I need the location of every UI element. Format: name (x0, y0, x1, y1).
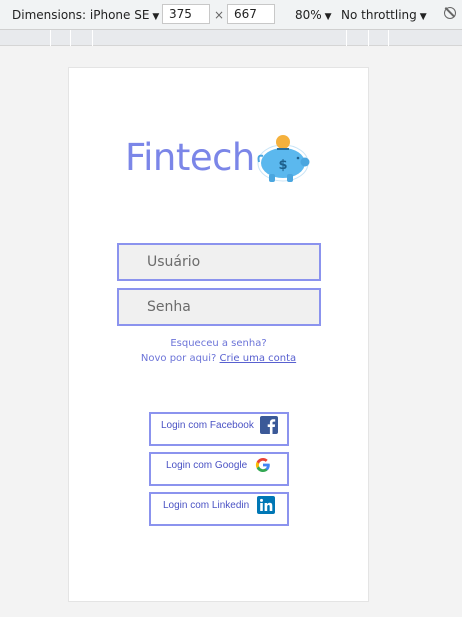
caret-down-icon: ▼ (324, 12, 332, 22)
brand-title: Fintech (125, 136, 255, 179)
throttling-dropdown[interactable]: No throttling ▼ (341, 8, 427, 22)
caret-down-icon: ▼ (152, 12, 160, 22)
linkedin-login-label: Login com Linkedin (163, 500, 250, 511)
facebook-login-label: Login com Facebook (161, 420, 254, 431)
linkedin-login-button[interactable]: Login com Linkedin (149, 492, 289, 526)
svg-text:$: $ (278, 158, 287, 173)
piggy-bank-icon: $ (257, 135, 310, 182)
create-account-link[interactable]: Crie uma conta (220, 353, 297, 364)
brand-header: Fintech $ (125, 132, 315, 188)
facebook-icon (260, 416, 278, 434)
google-login-button[interactable]: Login com Google (149, 452, 289, 486)
device-dimensions-label: Dimensions: iPhone SE (12, 8, 150, 22)
zoom-label: 80% (295, 8, 322, 22)
forgot-password-link[interactable]: Esqueceu a senha? (170, 338, 266, 349)
rotate-icon[interactable] (444, 7, 456, 19)
device-viewport: Fintech $ Esqueceu a senha? Novo por aqu… (68, 67, 369, 602)
media-query-ruler (0, 30, 462, 46)
password-input[interactable] (117, 288, 321, 326)
devtools-device-toolbar: Dimensions: iPhone SE ▼ 375 × 667 80% ▼ No… (0, 0, 462, 30)
device-height-input[interactable]: 667 (227, 4, 275, 24)
new-here-text: Novo por aqui? (140, 353, 217, 364)
google-login-label: Login com Google (166, 460, 248, 471)
forgot-password-row: Esqueceu a senha? (69, 338, 368, 349)
device-width-input[interactable]: 375 (162, 4, 210, 24)
device-dimensions-dropdown[interactable]: Dimensions: iPhone SE ▼ (12, 8, 159, 22)
google-icon (255, 458, 270, 472)
throttling-label: No throttling (341, 8, 417, 22)
linkedin-icon (257, 496, 275, 514)
zoom-dropdown[interactable]: 80% ▼ (295, 8, 332, 22)
dimension-separator: × (214, 8, 225, 22)
caret-down-icon: ▼ (419, 12, 427, 22)
signup-row: Novo por aqui? Crie uma conta (69, 353, 368, 364)
username-input[interactable] (117, 243, 321, 281)
facebook-login-button[interactable]: Login com Facebook (149, 412, 289, 446)
